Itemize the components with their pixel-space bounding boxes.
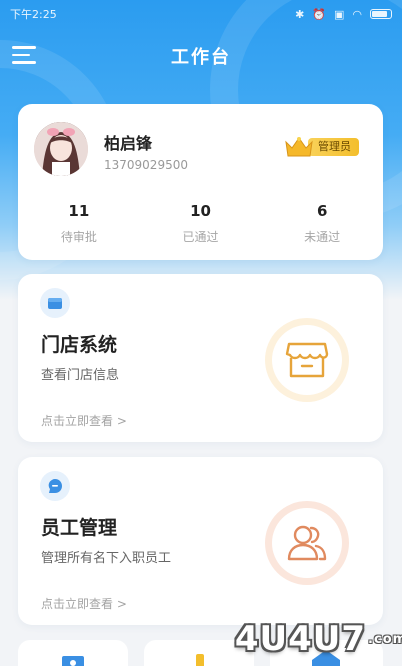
watermark-suffix: .com: [368, 631, 402, 647]
watermark-text: 4U4U7: [234, 619, 367, 659]
stat-pending[interactable]: 11 待审批: [18, 202, 140, 245]
user-name: 柏启锋: [104, 134, 153, 153]
user-phone: 13709029500: [104, 158, 188, 172]
store-badge-icon: [40, 288, 70, 318]
entry-title: 员工管理: [41, 517, 118, 539]
stat-label: 未通过: [304, 230, 341, 244]
nav-bar: 工作台: [0, 36, 402, 76]
role-badge: 管理员: [284, 136, 359, 158]
status-bar: 下午2:25 ✱ ⏰ ▣ ◠: [0, 0, 402, 28]
watermark-logo: 4U4U7 .com: [235, 612, 402, 666]
stats-row: 11 待审批 10 已通过 6 未通过: [18, 202, 383, 245]
entry-description: 管理所有名下入职员工: [41, 551, 172, 566]
staff-badge-icon: [40, 471, 70, 501]
view-link[interactable]: 点击立即查看 >: [41, 595, 127, 612]
role-label: 管理员: [308, 138, 359, 156]
page-title: 工作台: [171, 47, 231, 68]
stat-label: 已通过: [182, 230, 219, 244]
stat-approved[interactable]: 10 已通过: [140, 202, 262, 245]
stat-value: 10: [190, 202, 211, 220]
entry-title: 门店系统: [41, 334, 118, 356]
alarm-icon: ⏰: [312, 7, 326, 21]
avatar[interactable]: [34, 122, 88, 176]
contact-icon: [62, 656, 84, 666]
store-icon: [265, 318, 349, 402]
store-system-card[interactable]: 门店系统 查看门店信息 点击立即查看 >: [18, 274, 383, 442]
crown-icon: [285, 137, 313, 157]
staff-management-card[interactable]: 员工管理 管理所有名下入职员工 点击立即查看 >: [18, 457, 383, 625]
sim-icon: ▣: [333, 7, 345, 21]
wifi-icon: ◠: [352, 7, 362, 21]
staff-icon: [265, 501, 349, 585]
finance-icon: [196, 654, 204, 666]
status-time: 下午2:25: [10, 8, 57, 21]
stat-value: 6: [316, 202, 328, 220]
stat-rejected[interactable]: 6 未通过: [261, 202, 383, 245]
view-link[interactable]: 点击立即查看 >: [41, 412, 127, 429]
bottom-card-1[interactable]: [18, 640, 128, 666]
stat-label: 待审批: [60, 230, 97, 244]
profile-card: 柏启锋 13709029500 管理员 11 待审批 10 已通过 6 未通过: [18, 104, 383, 260]
battery-icon: [370, 9, 392, 19]
stat-value: 11: [68, 202, 90, 220]
menu-icon[interactable]: [12, 46, 36, 66]
bluetooth-icon: ✱: [295, 7, 305, 21]
entry-description: 查看门店信息: [41, 368, 120, 383]
